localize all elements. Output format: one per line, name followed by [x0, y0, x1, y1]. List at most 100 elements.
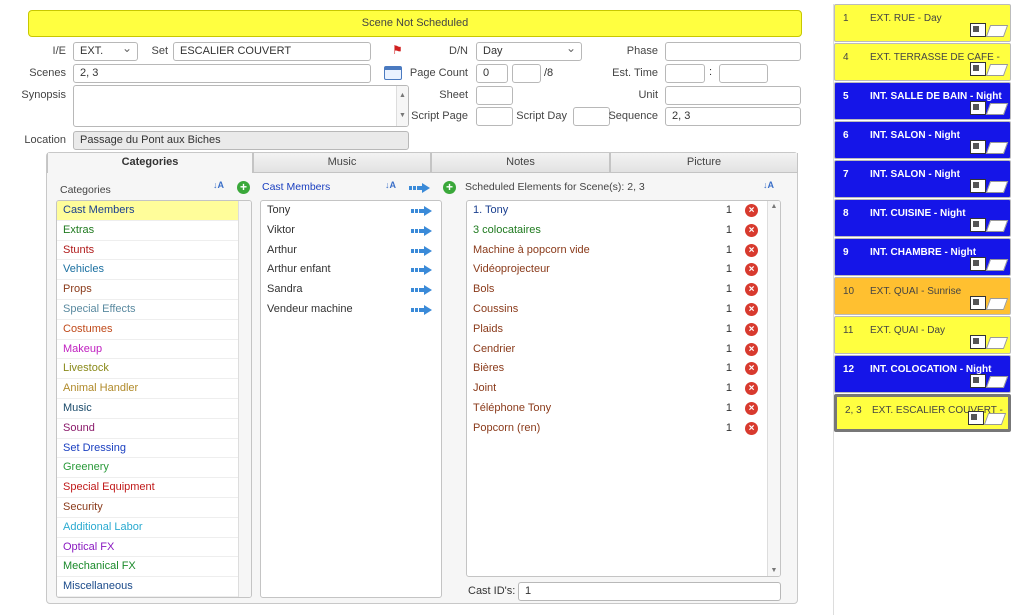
- strip-scene-8[interactable]: 8 INT. CUISINE - Night: [834, 199, 1011, 237]
- strip-scene-5[interactable]: 5 INT. SALLE DE BAIN - Night: [834, 82, 1011, 120]
- cast-member-item[interactable]: Arthur enfant: [261, 260, 441, 280]
- remove-element-icon[interactable]: ×: [745, 382, 758, 396]
- location-input[interactable]: Passage du Pont aux Biches: [73, 131, 409, 150]
- scheduled-element-name: 3 colocataires: [473, 223, 541, 236]
- add-to-scene-arrow-icon[interactable]: [411, 304, 433, 315]
- scheduled-element-item[interactable]: 1. Tony 1 ×: [467, 201, 766, 221]
- strip-scene-6[interactable]: 6 INT. SALON - Night: [834, 121, 1011, 159]
- category-item[interactable]: Set Dressing: [57, 439, 238, 459]
- remove-element-icon[interactable]: ×: [745, 204, 758, 217]
- scheduled-list[interactable]: ▲ ▼ 1. Tony 1 × 3 colocataires 1 × Machine à po…: [466, 200, 781, 577]
- add-to-scene-arrow-icon[interactable]: [411, 265, 433, 276]
- add-to-scene-arrow-icon[interactable]: [411, 206, 433, 216]
- add-to-scene-arrow-icon[interactable]: [411, 225, 433, 236]
- tab-picture[interactable]: Picture: [610, 153, 798, 173]
- strip-scene-10[interactable]: 10 EXT. QUAI - Sunrise: [834, 277, 1011, 315]
- categories-scrollbar[interactable]: [238, 201, 251, 597]
- category-item[interactable]: Additional Labor: [57, 518, 238, 538]
- strip-scene-1[interactable]: 1 EXT. RUE - Day: [834, 4, 1011, 42]
- esttime-hours-input[interactable]: [665, 64, 705, 83]
- tab-music[interactable]: Music: [253, 153, 431, 173]
- scheduled-element-item[interactable]: Plaids 1 ×: [467, 320, 766, 340]
- scheduled-scrollbar[interactable]: ▲ ▼: [767, 201, 780, 576]
- scriptpage-input[interactable]: [476, 107, 513, 126]
- tab-notes[interactable]: Notes: [431, 153, 610, 173]
- move-all-arrow-icon[interactable]: [409, 183, 431, 193]
- category-item[interactable]: Security: [57, 498, 238, 518]
- tab-categories[interactable]: Categories: [47, 153, 253, 173]
- sort-categories-icon[interactable]: ↓A: [213, 180, 224, 190]
- pagecount-input[interactable]: 0: [476, 64, 508, 83]
- strip-scene-9[interactable]: 9 INT. CHAMBRE - Night: [834, 238, 1011, 276]
- category-item[interactable]: Optical FX: [57, 538, 238, 558]
- category-item[interactable]: Stunts: [57, 241, 238, 261]
- category-item[interactable]: Special Effects: [57, 300, 238, 320]
- category-item[interactable]: Greenery: [57, 458, 238, 479]
- strip-scene-12[interactable]: 12 INT. COLOCATION - Night: [834, 355, 1011, 393]
- pagecount-fraction-input[interactable]: [512, 64, 541, 83]
- sequence-input[interactable]: 2, 3: [665, 107, 801, 126]
- scheduled-element-item[interactable]: Coussins 1 ×: [467, 300, 766, 320]
- add-to-scene-arrow-icon[interactable]: [411, 245, 433, 256]
- sheet-input[interactable]: [476, 86, 513, 105]
- ie-select[interactable]: EXT.: [73, 42, 138, 61]
- strip-scene-11[interactable]: 11 EXT. QUAI - Day: [834, 316, 1011, 354]
- scheduled-element-item[interactable]: Machine à popcorn vide 1 ×: [467, 241, 766, 261]
- scheduled-element-item[interactable]: Cendrier 1 ×: [467, 340, 766, 360]
- category-item[interactable]: Makeup: [57, 340, 238, 360]
- category-item[interactable]: Sound: [57, 419, 238, 439]
- cast-member-item[interactable]: Viktor: [261, 221, 441, 241]
- phase-input[interactable]: [665, 42, 801, 61]
- cast-member-item[interactable]: Vendeur machine: [261, 300, 441, 320]
- esttime-minutes-input[interactable]: [719, 64, 768, 83]
- category-item[interactable]: Miscellaneous: [57, 577, 238, 597]
- set-input[interactable]: ESCALIER COUVERT: [173, 42, 371, 61]
- scheduled-element-item[interactable]: Bières 1 ×: [467, 359, 766, 379]
- category-item[interactable]: Vehicles: [57, 260, 238, 281]
- remove-element-icon[interactable]: ×: [745, 283, 758, 297]
- categories-list[interactable]: Cast Members Extras Stunts Vehicles Props Spe…: [56, 200, 252, 598]
- scheduled-element-item[interactable]: Vidéoprojecteur 1 ×: [467, 260, 766, 280]
- remove-element-icon[interactable]: ×: [745, 342, 758, 356]
- category-item[interactable]: Extras: [57, 221, 238, 241]
- strip-scene-7[interactable]: 7 INT. SALON - Night: [834, 160, 1011, 198]
- castids-input[interactable]: 1: [518, 582, 781, 601]
- category-item[interactable]: Special Equipment: [57, 478, 238, 498]
- scheduled-element-item[interactable]: Bols 1 ×: [467, 280, 766, 300]
- remove-element-icon[interactable]: ×: [745, 302, 758, 316]
- add-category-icon[interactable]: +: [237, 181, 250, 194]
- remove-element-icon[interactable]: ×: [745, 401, 758, 415]
- add-element-icon[interactable]: +: [443, 181, 456, 194]
- cast-member-item[interactable]: Tony: [261, 201, 441, 221]
- add-to-scene-arrow-icon[interactable]: [411, 285, 433, 296]
- remove-element-icon[interactable]: ×: [745, 362, 758, 376]
- category-item[interactable]: Music: [57, 399, 238, 419]
- sort-scheduled-icon[interactable]: ↓A: [763, 180, 774, 190]
- remove-element-icon[interactable]: ×: [745, 243, 758, 257]
- cast-list[interactable]: Tony Viktor Arthur Arthur enfant Sandra Vende…: [260, 200, 442, 598]
- scheduled-element-item[interactable]: Téléphone Tony 1 ×: [467, 399, 766, 419]
- cast-member-item[interactable]: Arthur: [261, 241, 441, 261]
- category-item[interactable]: Mechanical FX: [57, 557, 238, 578]
- category-item[interactable]: Cast Members: [57, 201, 238, 221]
- dn-select[interactable]: Day: [476, 42, 582, 61]
- synopsis-textarea[interactable]: ▲ ▼: [73, 85, 409, 127]
- category-item[interactable]: Livestock: [57, 359, 238, 380]
- cast-member-item[interactable]: Sandra: [261, 280, 441, 300]
- remove-element-icon[interactable]: ×: [745, 322, 758, 336]
- strip-scene-2-3[interactable]: 2, 3 EXT. ESCALIER COUVERT -: [834, 394, 1011, 432]
- scheduled-element-item[interactable]: Joint 1 ×: [467, 379, 766, 399]
- sort-cast-icon[interactable]: ↓A: [385, 180, 396, 190]
- category-item[interactable]: Props: [57, 280, 238, 300]
- unit-input[interactable]: [665, 86, 801, 105]
- strip-scene-4[interactable]: 4 EXT. TERRASSE DE CAFE -: [834, 43, 1011, 81]
- category-item[interactable]: Animal Handler: [57, 379, 238, 399]
- remove-element-icon[interactable]: ×: [745, 421, 758, 435]
- flag-icon[interactable]: ⚑: [392, 43, 403, 57]
- remove-element-icon[interactable]: ×: [745, 223, 758, 237]
- scenes-input[interactable]: 2, 3: [73, 64, 371, 83]
- category-item[interactable]: Costumes: [57, 320, 238, 340]
- scheduled-element-item[interactable]: Popcorn (ren) 1 ×: [467, 419, 766, 439]
- remove-element-icon[interactable]: ×: [745, 263, 758, 277]
- scheduled-element-item[interactable]: 3 colocataires 1 ×: [467, 221, 766, 241]
